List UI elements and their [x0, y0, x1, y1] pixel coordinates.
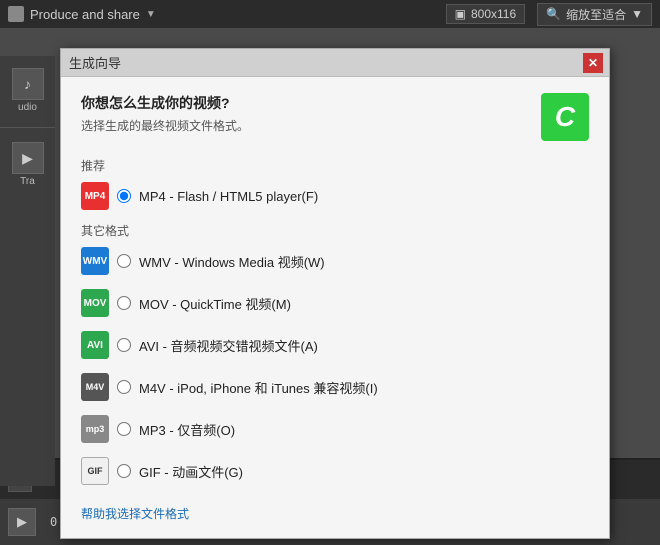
gif-radio[interactable]	[117, 464, 131, 478]
mp3-label: MP3 - 仅音频(O)	[139, 420, 235, 439]
gif-label: GIF - 动画文件(G)	[139, 462, 243, 481]
option-m4v-row: M4V M4V - iPod, iPhone 和 iTunes 兼容视频(I)	[81, 371, 589, 403]
audio-label: udio	[18, 102, 37, 113]
play-button[interactable]: ▶	[8, 508, 36, 536]
other-section-label: 其它格式	[81, 222, 589, 239]
mov-icon: MOV	[81, 289, 109, 317]
top-bar: Produce and share ▼ ▣ 800x116 🔍 缩放至适合 ▼	[0, 0, 660, 28]
wmv-icon: WMV	[81, 247, 109, 275]
mp4-label: MP4 - Flash / HTML5 player(F)	[139, 189, 318, 204]
produce-menu[interactable]: Produce and share ▼	[8, 6, 156, 22]
produce-icon	[8, 6, 24, 22]
side-panel: ♪ udio ▶ Tra	[0, 56, 55, 486]
option-wmv-row: WMV WMV - Windows Media 视频(W)	[81, 245, 589, 277]
avi-icon: AVI	[81, 331, 109, 359]
mp3-radio[interactable]	[117, 422, 131, 436]
wmv-radio[interactable]	[117, 254, 131, 268]
main-area: ♪ udio ▶ Tra 生成向导 ✕ 你想怎么生成你的视频? 选择生成的最终视…	[0, 28, 660, 458]
mp4-icon: MP4	[81, 182, 109, 210]
option-avi-row: AVI AVI - 音频视频交错视频文件(A)	[81, 329, 589, 361]
mov-label: MOV - QuickTime 视频(M)	[139, 294, 291, 313]
m4v-radio[interactable]	[117, 380, 131, 394]
top-bar-right: ▣ 800x116 🔍 缩放至适合 ▼	[446, 3, 652, 26]
generate-dialog: 生成向导 ✕ 你想怎么生成你的视频? 选择生成的最终视频文件格式。 C 推荐 M…	[60, 48, 610, 539]
divider-1	[0, 127, 55, 128]
dialog-title: 生成向导	[69, 53, 121, 72]
produce-dropdown-arrow: ▼	[146, 9, 156, 20]
avi-label: AVI - 音频视频交错视频文件(A)	[139, 336, 318, 355]
gif-icon: GIF	[81, 457, 109, 485]
m4v-label: M4V - iPod, iPhone 和 iTunes 兼容视频(I)	[139, 378, 378, 397]
camtasia-logo: C	[541, 93, 589, 141]
option-mp4-row: MP4 MP4 - Flash / HTML5 player(F)	[81, 180, 589, 212]
resolution-icon: ▣	[455, 7, 466, 21]
sidebar-item-track[interactable]: ▶ Tra	[8, 138, 48, 191]
resolution-badge: ▣ 800x116	[446, 4, 526, 24]
dialog-close-button[interactable]: ✕	[583, 53, 603, 73]
resolution-value: 800x116	[471, 7, 516, 21]
help-link[interactable]: 帮助我选择文件格式	[81, 505, 189, 522]
dialog-heading: 你想怎么生成你的视频?	[81, 93, 249, 113]
zoom-icon: 🔍	[546, 7, 561, 21]
mp3-icon: mp3	[81, 415, 109, 443]
option-gif-row: GIF GIF - 动画文件(G)	[81, 455, 589, 487]
m4v-icon: M4V	[81, 373, 109, 401]
track-label: Tra	[20, 176, 35, 187]
wmv-label: WMV - Windows Media 视频(W)	[139, 252, 325, 271]
zoom-arrow: ▼	[631, 7, 643, 21]
dialog-titlebar: 生成向导 ✕	[61, 49, 609, 77]
track-icon: ▶	[12, 142, 44, 174]
option-mov-row: MOV MOV - QuickTime 视频(M)	[81, 287, 589, 319]
zoom-label: 缩放至适合	[566, 6, 626, 23]
dialog-subheading: 选择生成的最终视频文件格式。	[81, 117, 249, 134]
avi-radio[interactable]	[117, 338, 131, 352]
mov-radio[interactable]	[117, 296, 131, 310]
zoom-badge[interactable]: 🔍 缩放至适合 ▼	[537, 3, 652, 26]
produce-label: Produce and share	[30, 7, 140, 22]
option-mp3-row: mp3 MP3 - 仅音频(O)	[81, 413, 589, 445]
dialog-body: 你想怎么生成你的视频? 选择生成的最终视频文件格式。 C 推荐 MP4 MP4 …	[61, 77, 609, 538]
audio-icon: ♪	[12, 68, 44, 100]
logo-letter: C	[555, 101, 575, 133]
sidebar-item-audio[interactable]: ♪ udio	[8, 64, 48, 117]
dialog-header-text: 你想怎么生成你的视频? 选择生成的最终视频文件格式。	[81, 93, 249, 134]
recommended-section-label: 推荐	[81, 157, 589, 174]
dialog-header: 你想怎么生成你的视频? 选择生成的最终视频文件格式。 C	[81, 93, 589, 141]
mp4-radio[interactable]	[117, 189, 131, 203]
